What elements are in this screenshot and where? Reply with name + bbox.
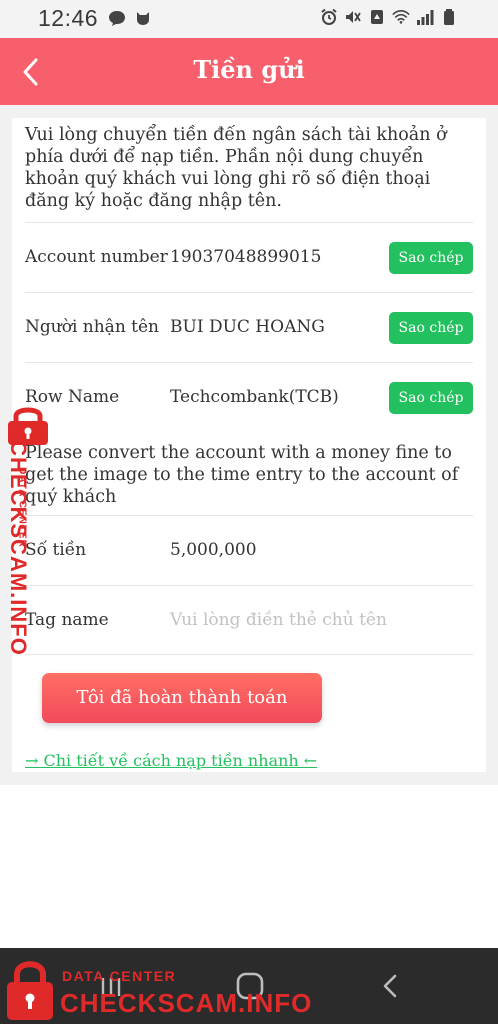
watermark-side: DATA CENTER CHECKSCAM.INFO: [0, 402, 56, 656]
bank-name-row: Row Name Techcombank(TCB) Sao chép: [25, 362, 473, 432]
recipient-name-row: Người nhận tên BUI DUC HOANG Sao chép: [25, 292, 473, 362]
amount-value: 5,000,000: [170, 540, 257, 560]
recycle-icon: [371, 10, 383, 24]
status-left-icons: [108, 9, 152, 27]
convert-note: Please convert the account with a money …: [25, 443, 459, 507]
quick-deposit-guide-link[interactable]: → Chi tiết về cách nạp tiền nhanh ←: [25, 751, 317, 770]
app-header: Tiền gửi: [0, 38, 498, 105]
watermark-bottom-main: CHECKSCAM.INFO: [60, 988, 313, 1018]
status-bar: 12:46: [0, 0, 498, 38]
row-label: Người nhận tên: [25, 317, 160, 337]
signal-icon: [417, 10, 434, 25]
alarm-icon: [321, 8, 337, 25]
battery-icon: [444, 9, 454, 25]
watermark-bottom: DATA CENTER CHECKSCAM.INFO: [0, 956, 311, 1024]
bank-name-value: Techcombank(TCB): [170, 387, 339, 407]
recipient-name-value: BUI DUC HOANG: [170, 317, 325, 337]
row-label: Account number: [25, 247, 168, 267]
page-title: Tiền gửi: [193, 55, 305, 84]
watermark-bottom-sub: DATA CENTER: [62, 968, 177, 984]
cat-notification-icon: [137, 12, 149, 25]
account-number-row: Account number 19037048899015 Sao chép: [25, 222, 473, 292]
watermark-side-main: CHECKSCAM.INFO: [6, 440, 31, 656]
tag-name-input[interactable]: Vui lòng điền thẻ chủ tên: [170, 610, 387, 630]
status-time: 12:46: [38, 5, 99, 31]
payment-done-button[interactable]: Tôi đã hoàn thành toán: [42, 673, 322, 723]
copy-bank-name-button[interactable]: Sao chép: [389, 382, 473, 414]
lock-icon: [7, 961, 53, 1020]
status-right-icons: [320, 8, 458, 26]
amount-row: Số tiền 5,000,000: [25, 515, 473, 585]
copy-recipient-name-button[interactable]: Sao chép: [389, 312, 473, 344]
account-number-value: 19037048899015: [170, 247, 322, 267]
mute-icon: [346, 11, 361, 23]
back-icon[interactable]: [376, 970, 406, 1002]
wifi-icon: [392, 10, 410, 24]
intro-text: Vui lòng chuyển tiền đến ngân sách tài k…: [25, 125, 447, 211]
tag-name-row: Tag name Vui lòng điền thẻ chủ tên: [25, 585, 473, 655]
chat-bubble-icon: [109, 11, 125, 26]
copy-account-number-button[interactable]: Sao chép: [389, 242, 473, 274]
